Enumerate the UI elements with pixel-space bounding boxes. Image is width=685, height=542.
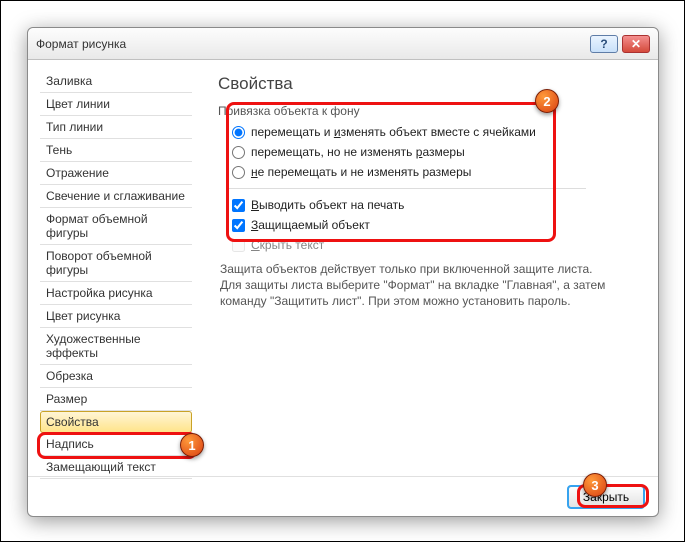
radio-no-move-no-size[interactable]	[232, 166, 245, 179]
sidebar-item-glow[interactable]: Свечение и сглаживание	[40, 185, 192, 208]
help-icon: ?	[600, 37, 607, 51]
dialog-footer: Закрыть	[28, 476, 658, 516]
sidebar-item-reflection[interactable]: Отражение	[40, 162, 192, 185]
sidebar-item-textbox[interactable]: Надпись	[40, 433, 192, 456]
sidebar-item-crop[interactable]: Обрезка	[40, 365, 192, 388]
radio-move-size-with-cells[interactable]	[232, 126, 245, 139]
content-pane: Свойства Привязка объекта к фону перемещ…	[198, 60, 658, 476]
annotation-badge-2: 2	[535, 89, 559, 113]
sidebar-item-alt-text[interactable]: Замещающий текст	[40, 456, 192, 479]
check-row-print[interactable]: Выводить объект на печать	[218, 195, 642, 215]
sidebar-item-picture-color[interactable]: Цвет рисунка	[40, 305, 192, 328]
sidebar-item-picture-corrections[interactable]: Настройка рисунка	[40, 282, 192, 305]
canvas: Формат рисунка ? ✕ Заливка Цвет линии Ти…	[0, 0, 685, 542]
radio-move-no-size[interactable]	[232, 146, 245, 159]
group-label-anchor: Привязка объекта к фону	[218, 104, 642, 118]
close-window-button[interactable]: ✕	[622, 35, 650, 53]
format-picture-dialog: Формат рисунка ? ✕ Заливка Цвет линии Ти…	[27, 27, 659, 517]
check-label: Скрыть текст	[251, 238, 324, 252]
check-label: Защищаемый объект	[251, 218, 370, 232]
sidebar-item-shadow[interactable]: Тень	[40, 139, 192, 162]
check-row-hide-text: Скрыть текст	[218, 235, 642, 255]
check-row-locked[interactable]: Защищаемый объект	[218, 215, 642, 235]
sidebar-item-artistic-effects[interactable]: Художественные эффекты	[40, 328, 192, 365]
checkbox-print-object[interactable]	[232, 199, 245, 212]
protection-info-text: Защита объектов действует только при вкл…	[220, 261, 610, 310]
category-sidebar: Заливка Цвет линии Тип линии Тень Отраже…	[28, 60, 198, 476]
annotation-badge-1: 1	[180, 433, 204, 457]
radio-label: перемещать и изменять объект вместе с яч…	[251, 125, 536, 139]
radio-row-no-move[interactable]: не перемещать и не изменять размеры	[218, 162, 642, 182]
sidebar-item-fill[interactable]: Заливка	[40, 70, 192, 93]
titlebar: Формат рисунка ? ✕	[28, 28, 658, 60]
annotation-badge-3: 3	[583, 473, 607, 497]
checkbox-hide-text	[232, 239, 245, 252]
sidebar-item-line-style[interactable]: Тип линии	[40, 116, 192, 139]
radio-label: перемещать, но не изменять размеры	[251, 145, 465, 159]
radio-row-move-size[interactable]: перемещать и изменять объект вместе с яч…	[218, 122, 642, 142]
sidebar-item-3d-rotation[interactable]: Поворот объемной фигуры	[40, 245, 192, 282]
checkbox-locked[interactable]	[232, 219, 245, 232]
help-button[interactable]: ?	[590, 35, 618, 53]
dialog-title: Формат рисунка	[36, 37, 586, 51]
sidebar-item-properties[interactable]: Свойства	[40, 411, 192, 433]
divider	[226, 188, 586, 189]
radio-row-move-only[interactable]: перемещать, но не изменять размеры	[218, 142, 642, 162]
section-title: Свойства	[218, 74, 642, 98]
sidebar-item-size[interactable]: Размер	[40, 388, 192, 411]
close-icon: ✕	[631, 37, 641, 51]
check-label: Выводить объект на печать	[251, 198, 404, 212]
sidebar-item-3d-format[interactable]: Формат объемной фигуры	[40, 208, 192, 245]
radio-label: не перемещать и не изменять размеры	[251, 165, 471, 179]
sidebar-item-line-color[interactable]: Цвет линии	[40, 93, 192, 116]
